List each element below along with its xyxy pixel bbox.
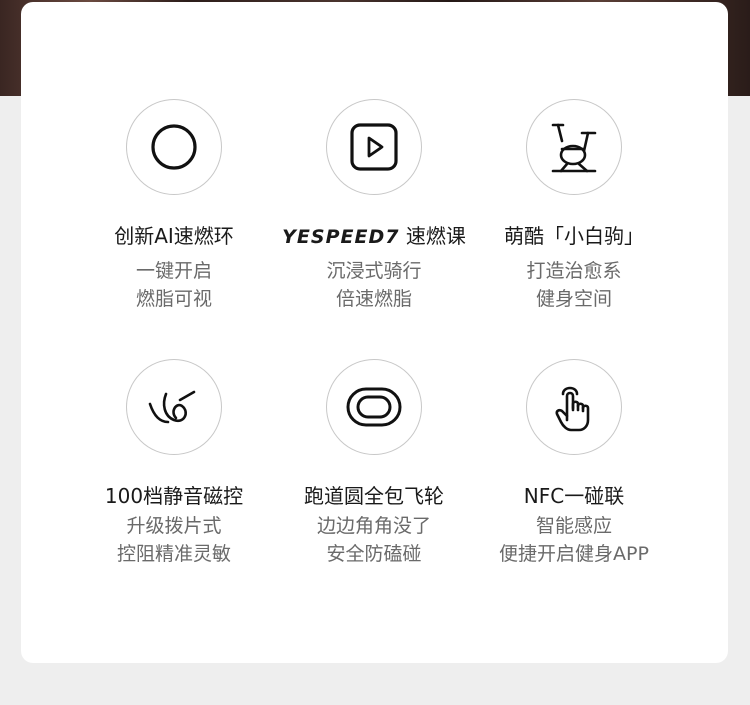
feature-subtitle-2: 燃脂可视 [135,288,212,310]
feature-subtitle-2: 倍速燃脂 [335,288,412,310]
feature-subtitle-1: 升级拨片式 [126,515,222,537]
feature-title-text: 速燃课 [405,224,466,248]
nfc-touch-icon-badge [526,359,622,455]
feature-title: NFC一碰联 [523,484,625,508]
feature-subtitle-2: 健身空间 [535,288,612,310]
track-icon-badge [326,359,422,455]
exercise-bike-icon [551,123,597,173]
play-icon-badge [326,99,422,195]
nfc-touch-icon [555,386,590,432]
feature-title: YESPEED7 速燃课 [274,220,474,249]
track-icon [346,387,402,427]
feature-subtitle-1: 沉浸式骑行 [326,260,422,282]
feature-subtitle-1: 智能感应 [535,515,612,537]
yespeed-logo-text: YESPEED7 [282,226,400,248]
feature-title: 100档静音磁控 [104,484,244,508]
feature-subtitle-2: 便捷开启健身APP [499,543,649,565]
feature-title: 萌酷「小白驹」 [504,224,644,248]
play-icon [350,123,398,171]
feature-subtitle-1: 打造治愈系 [526,260,622,282]
feature-title: 创新AI速燃环 [114,224,234,248]
exercise-bike-icon-badge [526,99,622,195]
feature-subtitle-2: 控阻精准灵敏 [116,543,231,565]
features-card: 创新AI速燃环 一键开启 燃脂可视 YESPEED7 速燃课 沉浸式骑行 倍速燃… [21,2,728,663]
feature-title: 跑道圆全包飞轮 [304,484,444,508]
resistance-knob-icon-badge [126,359,222,455]
circle-icon [151,124,197,170]
feature-subtitle-1: 一键开启 [135,260,212,282]
circle-icon-badge [126,99,222,195]
feature-subtitle-1: 边边角角没了 [316,515,431,537]
resistance-knob-icon [148,390,196,424]
feature-subtitle-2: 安全防磕碰 [326,543,422,565]
